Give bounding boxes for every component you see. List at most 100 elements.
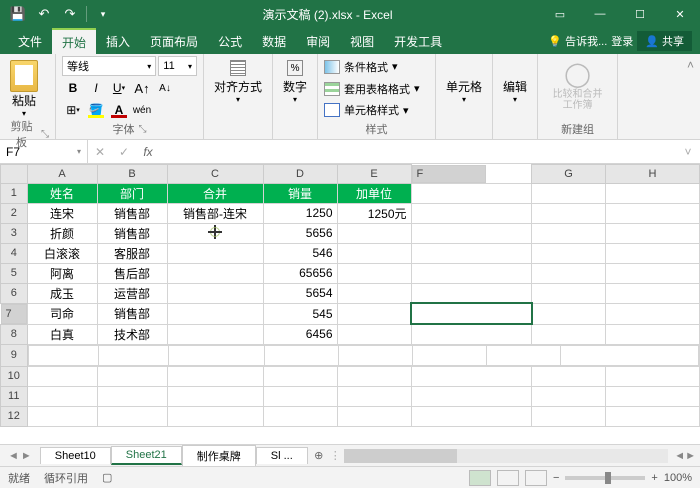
cell[interactable] bbox=[337, 303, 411, 324]
qa-dropdown-icon[interactable]: ▾ bbox=[91, 2, 115, 26]
tab-dev[interactable]: 开发工具 bbox=[384, 28, 452, 54]
cell[interactable]: 白真 bbox=[27, 324, 97, 344]
share-button[interactable]: 👤 共享 bbox=[637, 31, 692, 51]
maximize-icon[interactable]: ☐ bbox=[620, 0, 660, 28]
phonetic-button[interactable]: wén bbox=[131, 100, 153, 120]
cell[interactable] bbox=[606, 183, 700, 203]
cell[interactable] bbox=[411, 223, 532, 243]
col-D[interactable]: D bbox=[263, 165, 337, 184]
col-B[interactable]: B bbox=[97, 165, 167, 184]
cell[interactable] bbox=[411, 203, 532, 223]
tell-me[interactable]: 💡 告诉我... bbox=[548, 33, 607, 49]
col-E[interactable]: E bbox=[337, 165, 411, 184]
cell[interactable] bbox=[337, 283, 411, 303]
border-button[interactable]: ⊞▾ bbox=[62, 100, 84, 120]
table-format-button[interactable]: 套用表格格式 ▾ bbox=[324, 78, 429, 100]
cell[interactable]: 546 bbox=[263, 243, 337, 263]
font-size-select[interactable]: 11▾ bbox=[158, 56, 197, 76]
cell[interactable]: 阿离 bbox=[27, 263, 97, 283]
conditional-format-button[interactable]: 条件格式 ▾ bbox=[324, 56, 429, 78]
row-7[interactable]: 7 bbox=[1, 304, 27, 324]
new-sheet-icon[interactable]: ⊕ bbox=[308, 449, 330, 462]
row-5[interactable]: 5 bbox=[1, 263, 28, 283]
row-8[interactable]: 8 bbox=[1, 324, 28, 344]
cell[interactable]: 销售部-连宋 bbox=[167, 203, 263, 223]
col-F[interactable]: F bbox=[412, 165, 486, 183]
cell[interactable] bbox=[167, 283, 263, 303]
horizontal-scrollbar[interactable] bbox=[344, 449, 668, 463]
col-H[interactable]: H bbox=[606, 165, 700, 184]
cell[interactable] bbox=[606, 203, 700, 223]
zoom-slider[interactable] bbox=[565, 476, 645, 480]
cell[interactable]: 合并 bbox=[167, 183, 263, 203]
view-page-layout-icon[interactable] bbox=[497, 470, 519, 486]
cell-C3[interactable] bbox=[167, 223, 263, 243]
spreadsheet-grid[interactable]: A B C D E F G H 1 姓名 部门 合并 销量 加单位 2 连宋 销… bbox=[0, 164, 700, 444]
col-A[interactable]: A bbox=[27, 165, 97, 184]
tab-review[interactable]: 审阅 bbox=[296, 28, 340, 54]
cell[interactable] bbox=[167, 243, 263, 263]
tab-data[interactable]: 数据 bbox=[252, 28, 296, 54]
cell[interactable]: 1250 bbox=[263, 203, 337, 223]
cell[interactable] bbox=[532, 303, 606, 324]
cell-styles-button[interactable]: 单元格样式 ▾ bbox=[324, 99, 429, 121]
cell[interactable] bbox=[532, 263, 606, 283]
col-C[interactable]: C bbox=[167, 165, 263, 184]
cell[interactable]: 6456 bbox=[263, 324, 337, 344]
cells-button[interactable]: 单元格▾ bbox=[442, 74, 486, 104]
bold-button[interactable]: B bbox=[62, 78, 84, 98]
sheet-tab-2[interactable]: Sheet21 bbox=[111, 446, 182, 465]
collapse-ribbon-icon[interactable]: ˄ bbox=[681, 54, 700, 139]
close-icon[interactable]: ✕ bbox=[660, 0, 700, 28]
cell-F7-active[interactable] bbox=[411, 303, 532, 324]
scroll-right-icon[interactable]: ► bbox=[685, 450, 696, 462]
alignment-button[interactable]: 对齐方式▾ bbox=[210, 56, 266, 104]
cell[interactable] bbox=[337, 263, 411, 283]
cell[interactable] bbox=[337, 243, 411, 263]
cell[interactable]: 客服部 bbox=[97, 243, 167, 263]
font-launcher-icon[interactable]: ⤡ bbox=[139, 124, 147, 135]
col-G[interactable]: G bbox=[532, 165, 606, 184]
cell[interactable] bbox=[167, 303, 263, 324]
sheet-tab-4[interactable]: Sl ... bbox=[256, 447, 308, 464]
cell[interactable]: 司命 bbox=[27, 303, 97, 324]
cell[interactable]: 65656 bbox=[263, 263, 337, 283]
cell[interactable] bbox=[606, 303, 700, 324]
save-icon[interactable]: 💾 bbox=[6, 2, 30, 26]
row-9[interactable]: 9 bbox=[1, 344, 28, 366]
cell[interactable] bbox=[532, 183, 606, 203]
tab-prev-icon[interactable]: ◄ bbox=[8, 450, 19, 462]
expand-formula-icon[interactable]: ˅ bbox=[676, 140, 700, 164]
enter-formula-icon[interactable]: ✓ bbox=[112, 140, 136, 164]
cell[interactable] bbox=[606, 324, 700, 344]
cell[interactable]: 技术部 bbox=[97, 324, 167, 344]
font-name-select[interactable]: 等线▾ bbox=[62, 56, 156, 76]
row-10[interactable]: 10 bbox=[1, 366, 28, 386]
cell[interactable]: 加单位 bbox=[337, 183, 411, 203]
cancel-formula-icon[interactable]: ✕ bbox=[88, 140, 112, 164]
cell[interactable] bbox=[411, 183, 532, 203]
cell[interactable]: 1250元 bbox=[337, 203, 411, 223]
cell[interactable] bbox=[532, 203, 606, 223]
cell[interactable] bbox=[606, 243, 700, 263]
fx-icon[interactable]: fx bbox=[136, 140, 160, 164]
row-1[interactable]: 1 bbox=[1, 183, 28, 203]
cell[interactable]: 白滚滚 bbox=[27, 243, 97, 263]
cell[interactable]: 姓名 bbox=[27, 183, 97, 203]
cell[interactable]: 销售部 bbox=[97, 223, 167, 243]
tab-view[interactable]: 视图 bbox=[340, 28, 384, 54]
cell[interactable]: 成玉 bbox=[27, 283, 97, 303]
row-11[interactable]: 11 bbox=[1, 386, 28, 406]
tab-layout[interactable]: 页面布局 bbox=[140, 28, 208, 54]
cell[interactable]: 运营部 bbox=[97, 283, 167, 303]
row-6[interactable]: 6 bbox=[1, 283, 28, 303]
cell[interactable] bbox=[411, 324, 532, 344]
zoom-in-icon[interactable]: + bbox=[651, 472, 657, 484]
row-12[interactable]: 12 bbox=[1, 406, 28, 426]
cell[interactable]: 销售部 bbox=[97, 303, 167, 324]
cell[interactable]: 售后部 bbox=[97, 263, 167, 283]
tab-formula[interactable]: 公式 bbox=[208, 28, 252, 54]
cell[interactable]: 连宋 bbox=[27, 203, 97, 223]
row-2[interactable]: 2 bbox=[1, 203, 28, 223]
cell[interactable] bbox=[532, 283, 606, 303]
